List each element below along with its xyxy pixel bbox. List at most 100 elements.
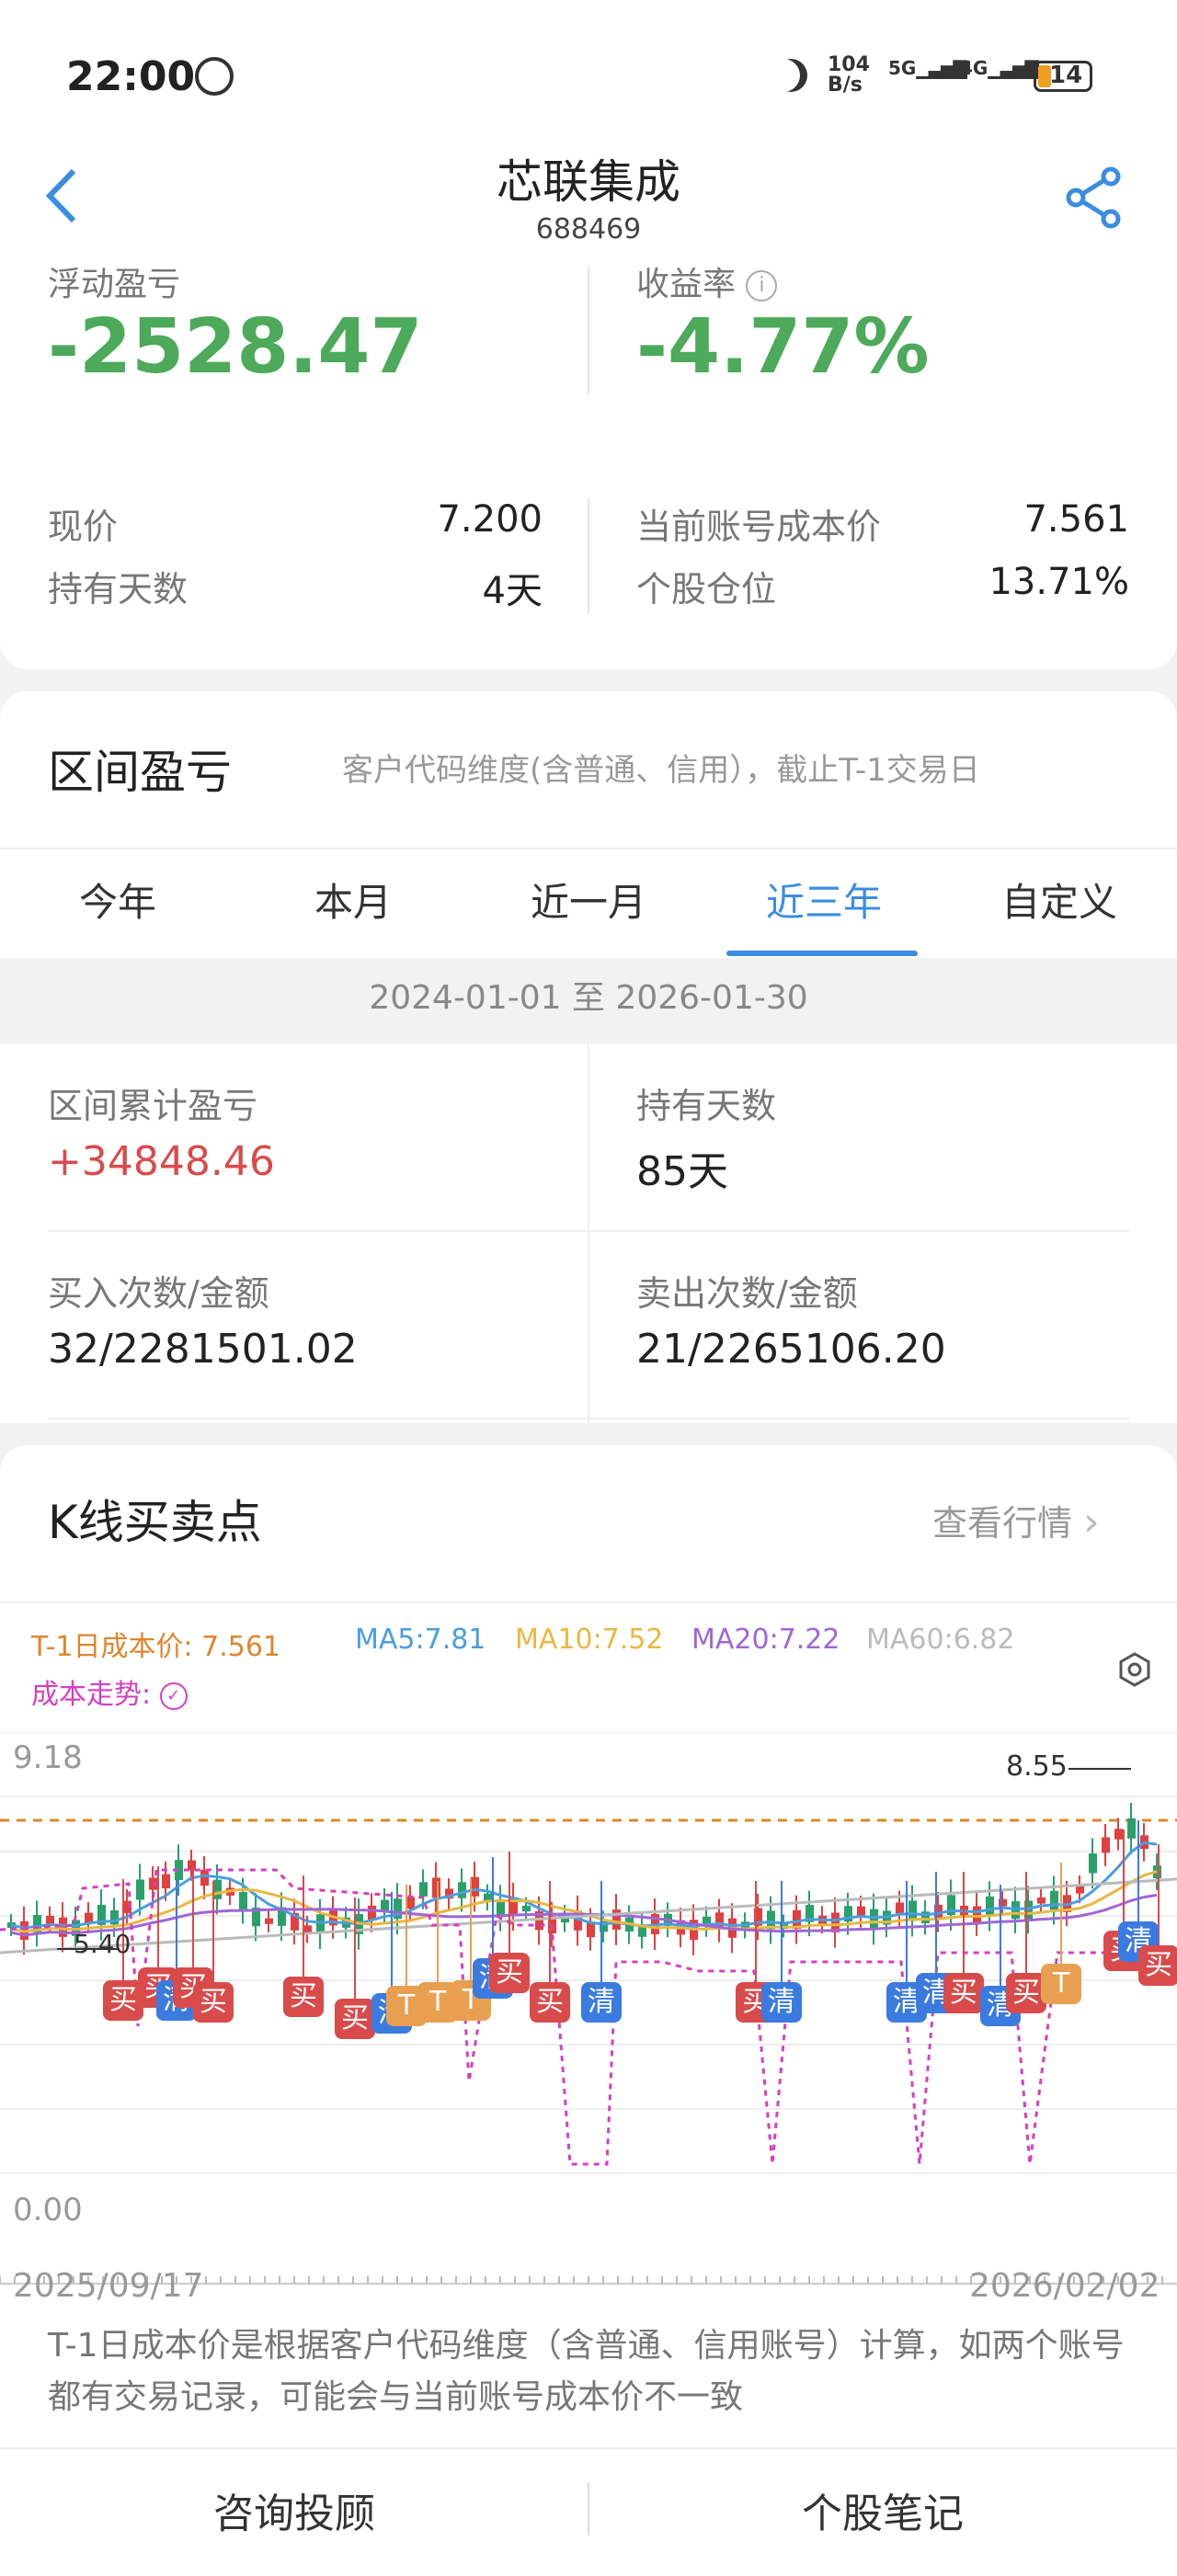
buy-tag[interactable]: 买: [530, 1982, 570, 2023]
tab-this-year[interactable]: 今年: [0, 872, 235, 928]
days-value: 4天: [482, 570, 543, 612]
ma20-legend: MA20:7.22: [691, 1624, 840, 1656]
chart-settings-button[interactable]: [1116, 1651, 1153, 1688]
stock-code: 688469: [535, 213, 642, 245]
candle-body: [1102, 1837, 1110, 1853]
kline-title: K线买卖点: [48, 1496, 262, 1549]
net-speed-value: 104: [828, 53, 870, 76]
candle-body: [1037, 1898, 1046, 1904]
t-tag[interactable]: T: [1041, 1964, 1081, 2004]
page-title: 芯联集成: [497, 155, 680, 209]
float-pl-value: -2528.47: [48, 303, 423, 391]
candle-body: [46, 1915, 54, 1924]
tab-last-3-years[interactable]: 近三年: [706, 872, 942, 928]
candle-body: [213, 1879, 222, 1899]
price-value: 7.200: [437, 498, 543, 541]
x-end-label: 2026/02/02: [969, 2267, 1160, 2305]
battery-level: 14: [1049, 62, 1083, 89]
signal-5g-label: 5G: [888, 57, 917, 79]
range-note: 客户代码维度(含普通、信用），截止T-1交易日: [342, 752, 980, 789]
date-range: 2024-01-01 至 2026-01-30: [369, 979, 808, 1017]
settings-icon: [1119, 1652, 1150, 1687]
candle-body: [239, 1892, 247, 1910]
summary-card: 浮动盈亏 -2528.47 收益率 i -4.77% 现价 7.200 持有天数…: [0, 248, 1177, 669]
candle-body: [368, 1905, 376, 1921]
candle-body: [419, 1882, 428, 1897]
yield-value: -4.77%: [636, 303, 930, 391]
ma10-legend: MA10:7.52: [515, 1624, 664, 1656]
candle-body: [986, 1896, 994, 1916]
candle-body: [1089, 1853, 1097, 1874]
buy-tag[interactable]: 买: [489, 1953, 530, 1993]
cum-pl-value: +34848.46: [48, 1138, 275, 1185]
range-divider: [0, 848, 1177, 849]
view-quote-label: 查看行情: [932, 1503, 1073, 1544]
range-stats: 区间累计盈亏 +34848.46 持有天数 85天 买入次数/金额 32/228…: [0, 1044, 1177, 1423]
cum-pl-label: 区间累计盈亏: [48, 1086, 258, 1126]
candle-body: [432, 1877, 440, 1898]
cost-label: 当前账号成本价: [636, 507, 882, 547]
cost-trend-toggle[interactable]: 成本走势: ✓: [31, 1671, 188, 1712]
signal-5g-icon: 5G▁▃▅▇: [888, 57, 967, 79]
chevron-right-icon: ›: [1083, 1499, 1100, 1545]
low-label: 5.40: [74, 1929, 131, 1959]
position-value: 13.71%: [988, 561, 1129, 603]
candle-body: [1114, 1829, 1123, 1840]
divider-v2: [588, 498, 589, 614]
ma5-legend: MA5:7.81: [355, 1624, 486, 1656]
clear-tag[interactable]: 清: [761, 1982, 802, 2023]
kline-chart[interactable]: 9.18 0.00 8.55 5.40 买买清买买买买清TTT清买买清买清清清买…: [0, 1731, 1177, 2293]
signal-4g-label: 4G: [960, 57, 988, 79]
divider-v: [588, 267, 589, 395]
candle-body: [162, 1874, 170, 1889]
share-icon: [1066, 166, 1121, 229]
candle-body: [1127, 1818, 1136, 1839]
stats-divider-h1: [48, 1230, 1129, 1232]
position-label: 个股仓位: [636, 569, 777, 610]
candle-body: [908, 1900, 917, 1921]
yield-label-wrap: 收益率 i: [636, 257, 778, 305]
kline-footnote: T-1日成本价是根据客户代码维度（含普通、信用账号）计算，如两个账号都有交易记录…: [48, 2327, 1125, 2416]
battery-icon: 14: [1034, 61, 1092, 92]
high-label: 8.55: [1006, 1750, 1068, 1783]
net-speed-unit: B/s: [828, 74, 863, 97]
tab-this-month[interactable]: 本月: [235, 872, 471, 928]
hold-days-label: 持有天数: [636, 1086, 777, 1126]
consult-button[interactable]: 咨询投顾: [0, 2480, 588, 2539]
price-label: 现价: [48, 507, 119, 547]
ma60-legend: MA60:6.82: [866, 1624, 1015, 1656]
candle-body: [522, 1905, 531, 1912]
alarm-icon: [195, 57, 234, 96]
candle-body: [1050, 1890, 1058, 1910]
candle-body: [85, 1912, 93, 1923]
stats-divider-h2: [48, 1418, 1129, 1419]
status-bar: 22:00 104 B/s 5G▁▃▅▇ 4G▁▃▅▇ 14: [0, 0, 1177, 138]
candle-body: [471, 1876, 479, 1897]
kline-divider: [0, 1601, 1177, 1603]
y-max-label: 9.18: [13, 1739, 83, 1776]
buy-value: 32/2281501.02: [48, 1326, 358, 1373]
candle-body: [458, 1882, 466, 1898]
buy-tag[interactable]: 买: [943, 1973, 984, 2013]
range-title: 区间盈亏: [48, 746, 232, 799]
tab-last-month[interactable]: 近一月: [471, 872, 706, 928]
stats-divider-v: [588, 1044, 589, 1423]
sell-label: 卖出次数/金额: [636, 1273, 858, 1314]
cost-trend-label: 成本走势:: [31, 1679, 152, 1711]
buy-tag[interactable]: 买: [193, 1982, 234, 2023]
share-button[interactable]: [1063, 165, 1127, 230]
candle-body: [316, 1914, 325, 1934]
buy-tag[interactable]: 买: [335, 1999, 375, 2039]
buy-tag[interactable]: 买: [283, 1977, 324, 2017]
view-quote-link[interactable]: 查看行情 ›: [932, 1495, 1100, 1545]
info-icon[interactable]: i: [746, 270, 778, 302]
check-circle-icon: ✓: [159, 1681, 188, 1710]
tab-custom[interactable]: 自定义: [942, 872, 1177, 928]
candle-body: [265, 1918, 273, 1924]
signal-4g-icon: 4G▁▃▅▇: [960, 57, 1039, 79]
moon-icon: [774, 59, 807, 92]
notes-button[interactable]: 个股笔记: [588, 2480, 1177, 2539]
days-label: 持有天数: [48, 569, 189, 610]
clear-tag[interactable]: 清: [581, 1982, 622, 2023]
buy-tag[interactable]: 买: [1138, 1945, 1177, 1986]
